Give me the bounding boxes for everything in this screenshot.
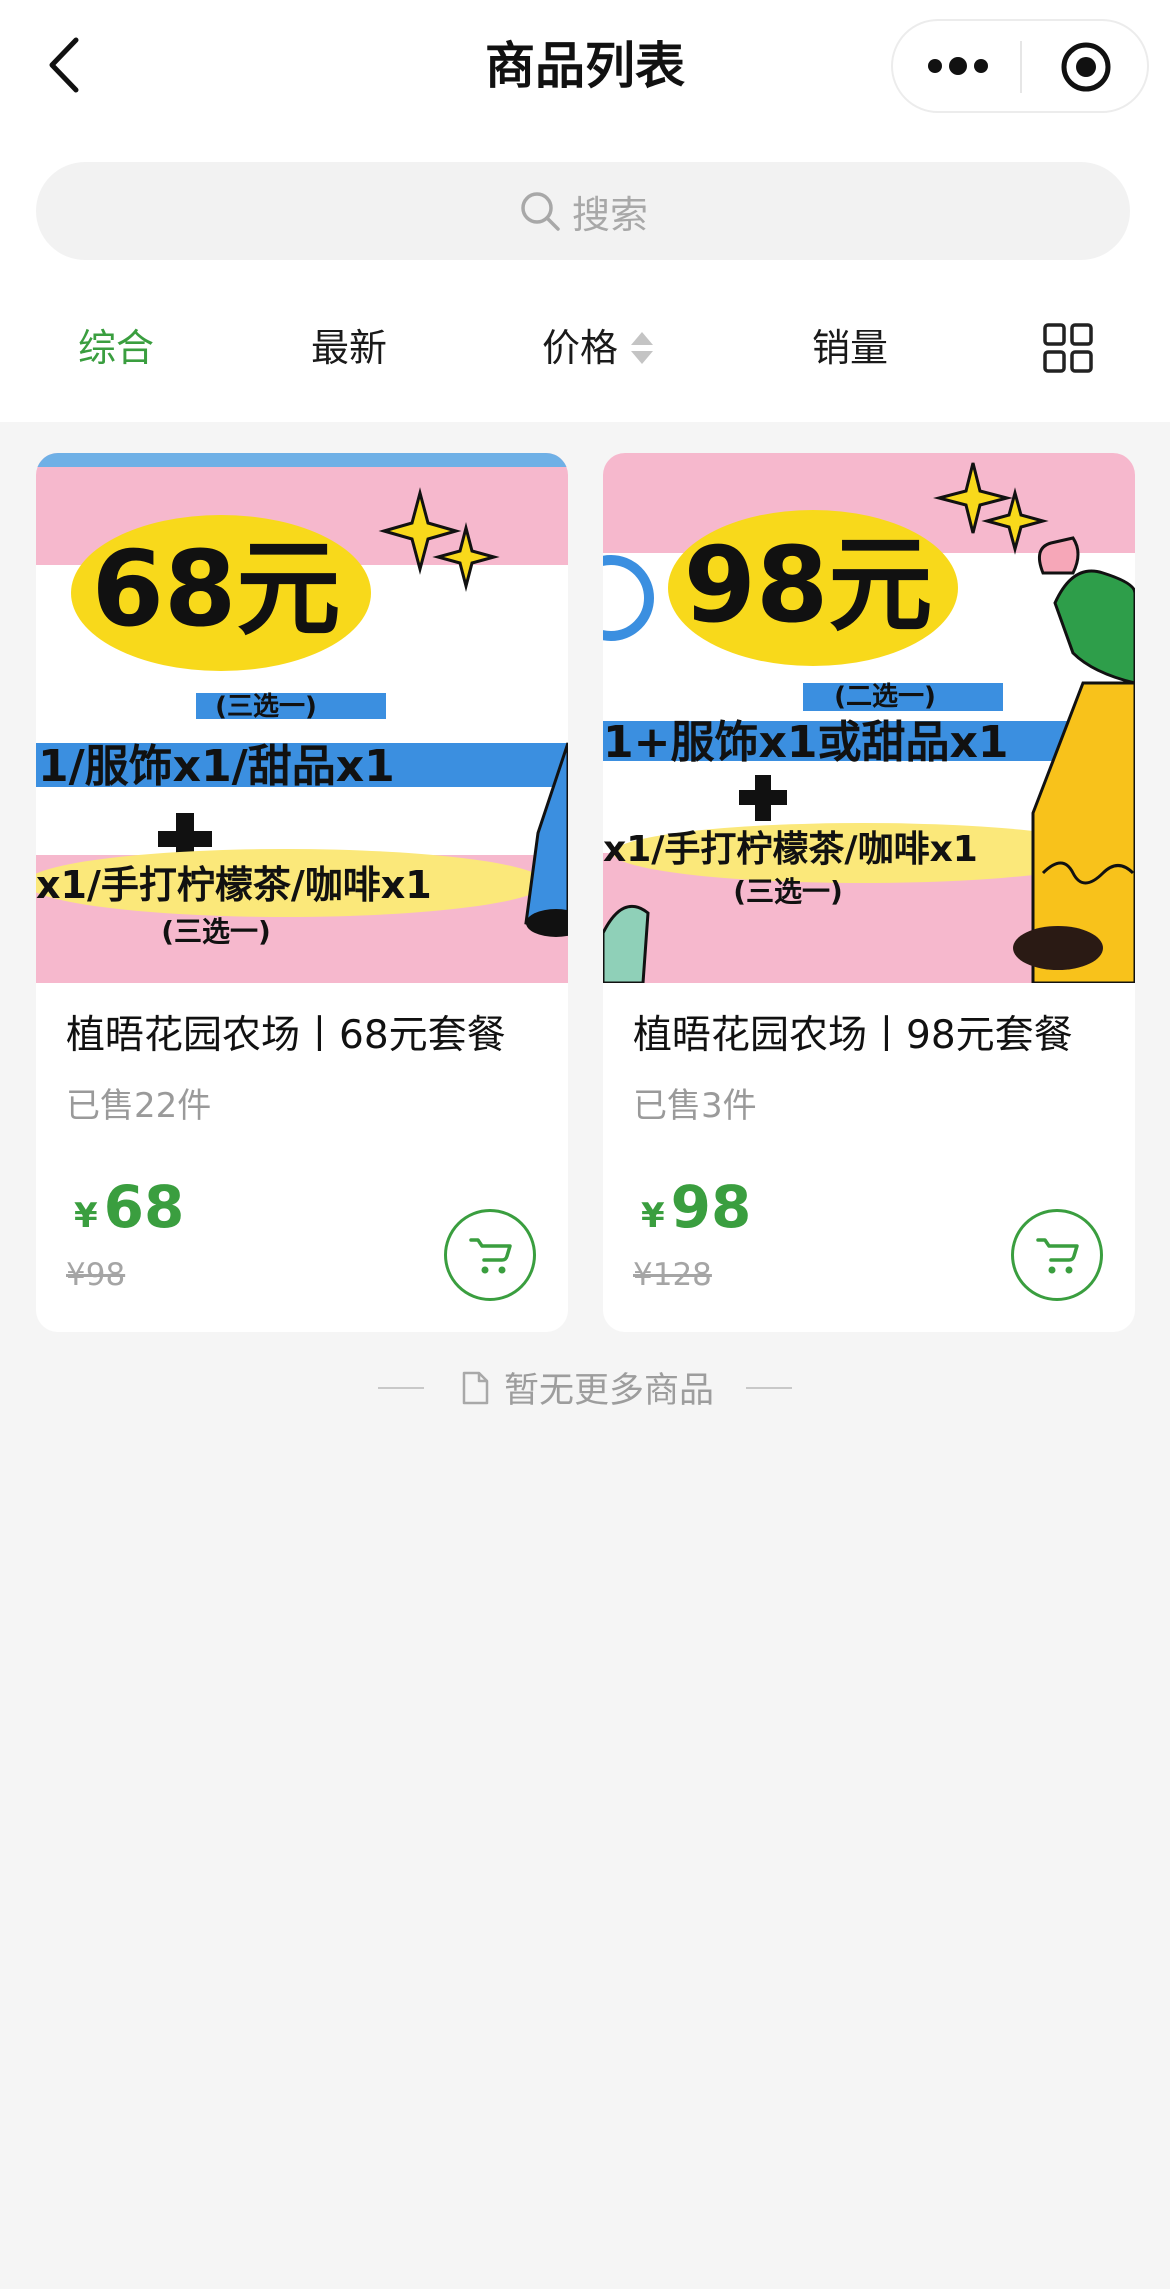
cart-icon	[1036, 1238, 1079, 1274]
divider-line	[377, 1386, 424, 1389]
sort-arrows-icon[interactable]	[630, 328, 654, 368]
end-of-list-text: 暂无更多商品	[503, 1371, 714, 1411]
divider-line	[746, 1386, 792, 1389]
svg-text:1/服饰x1/甜品x1: 1/服饰x1/甜品x1	[38, 741, 395, 792]
product-price: ¥68	[74, 1173, 184, 1241]
product-name[interactable]: 植晤花园农场丨98元套餐	[633, 1009, 1073, 1063]
document-icon	[462, 1371, 489, 1404]
svg-text:1+服饰x1或甜品x1: 1+服饰x1或甜品x1	[603, 717, 1008, 768]
add-to-cart-button[interactable]	[444, 1209, 536, 1301]
original-price: ¥128	[633, 1257, 712, 1293]
original-price: ¥98	[66, 1257, 126, 1293]
search-icon	[521, 192, 560, 231]
price-value: 68	[103, 1173, 185, 1241]
search-placeholder: 搜索	[571, 192, 648, 237]
svg-text:(三选一): (三选一)	[215, 692, 317, 722]
sold-count: 已售22件	[66, 1086, 212, 1126]
svg-text:(三选一): (三选一)	[733, 875, 843, 908]
mini-program-capsule	[891, 19, 1149, 113]
product-card[interactable]: 98元 (二选一) 1+服饰x1或甜品x1 x1/手打柠檬茶/咖啡x1 (三选一…	[603, 453, 1135, 1332]
tab-sales[interactable]: 销量	[812, 318, 888, 378]
product-banner-image: 98元 (二选一) 1+服饰x1或甜品x1 x1/手打柠檬茶/咖啡x1 (三选一…	[603, 453, 1135, 983]
sold-count: 已售3件	[633, 1086, 757, 1126]
svg-text:(二选一): (二选一)	[834, 682, 936, 712]
svg-text:68元: 68元	[92, 528, 341, 650]
tab-comprehensive[interactable]: 综合	[78, 318, 154, 378]
currency-symbol: ¥	[74, 1196, 98, 1236]
product-card[interactable]: 68元 (三选一) 1/服饰x1/甜品x1 x1/手打柠檬茶/咖啡x1 (三选一…	[36, 453, 568, 1332]
cart-icon	[469, 1238, 512, 1274]
svg-text:x1/手打柠檬茶/咖啡x1: x1/手打柠檬茶/咖啡x1	[36, 863, 432, 907]
price-value: 98	[670, 1173, 752, 1241]
add-to-cart-button[interactable]	[1011, 1209, 1103, 1301]
svg-text:98元: 98元	[684, 524, 933, 646]
tab-newest[interactable]: 最新	[311, 318, 387, 378]
search-bar[interactable]: 搜索	[36, 162, 1130, 260]
more-options-icon[interactable]	[923, 46, 993, 86]
currency-symbol: ¥	[641, 1196, 665, 1236]
product-name[interactable]: 植晤花园农场丨68元套餐	[66, 1009, 506, 1063]
grid-view-icon[interactable]	[1042, 322, 1094, 374]
svg-text:(三选一): (三选一)	[161, 915, 271, 948]
end-of-list-indicator: 暂无更多商品	[0, 1362, 1170, 1413]
tab-price[interactable]: 价格	[542, 318, 618, 378]
product-price: ¥98	[641, 1173, 751, 1241]
product-banner-image: 68元 (三选一) 1/服饰x1/甜品x1 x1/手打柠檬茶/咖啡x1 (三选一…	[36, 453, 568, 983]
capsule-divider	[1020, 41, 1022, 93]
svg-text:x1/手打柠檬茶/咖啡x1: x1/手打柠檬茶/咖啡x1	[603, 829, 978, 870]
close-mini-program-icon[interactable]	[1058, 39, 1114, 95]
